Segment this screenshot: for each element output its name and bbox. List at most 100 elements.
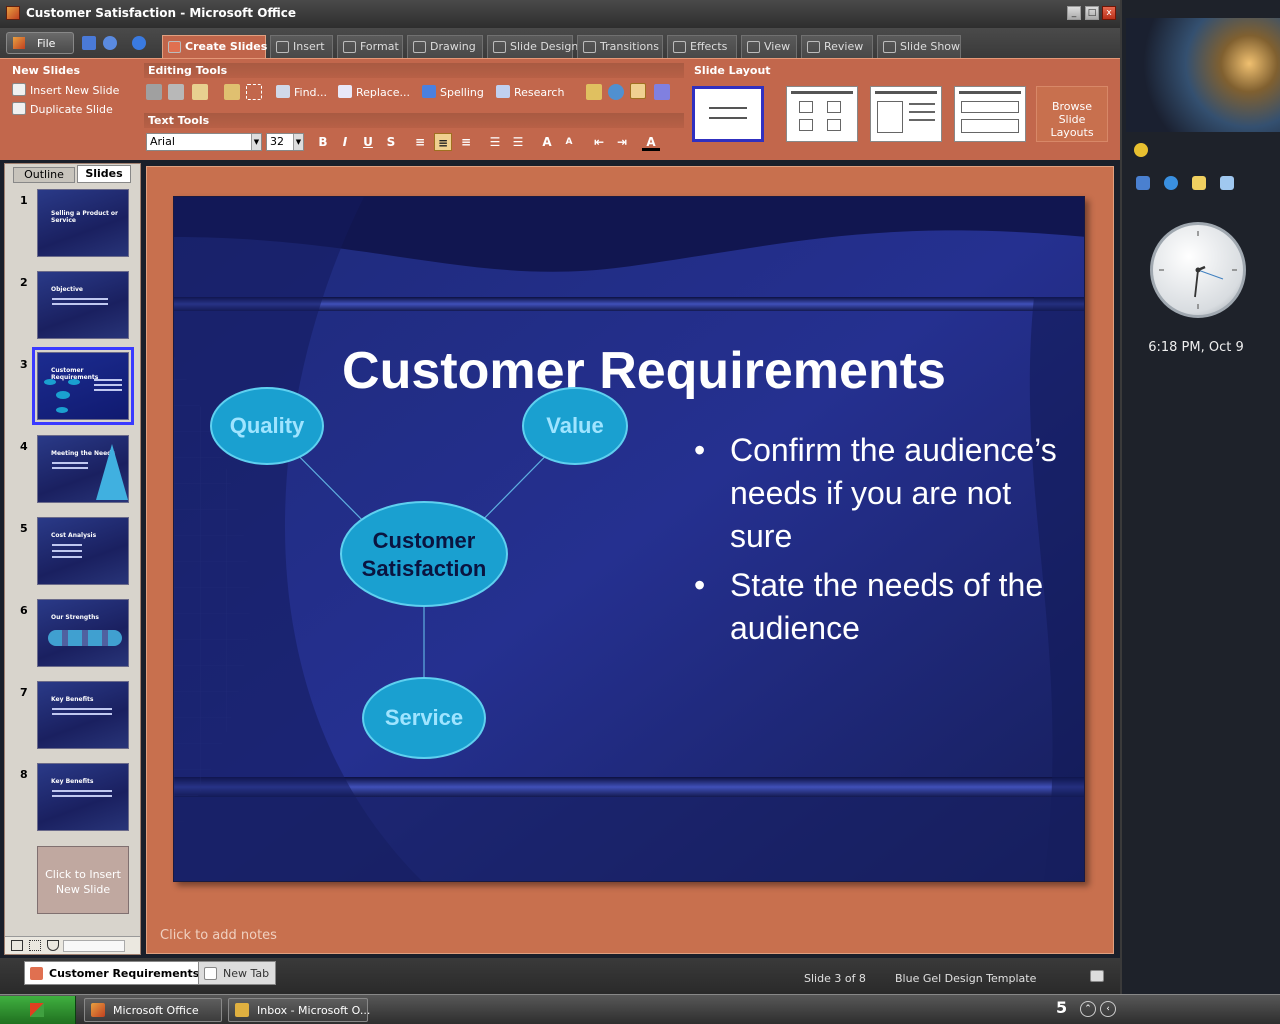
select-icon[interactable] [246,84,262,100]
tab-slide-design[interactable]: Slide Design [487,35,578,58]
tab-outline[interactable]: Outline [13,167,75,183]
slideshow-gadget-photo[interactable] [1126,18,1280,132]
highlight-toggle-icon[interactable] [630,83,646,99]
tab-transitions[interactable]: Transitions [577,35,663,58]
layout-two-content[interactable] [954,86,1026,142]
eraser-icon[interactable] [586,84,602,100]
decrease-font-icon[interactable]: A [560,133,578,151]
underline-button[interactable]: U [359,133,377,151]
taskbar-item-microsoft-office[interactable]: Microsoft Office [84,998,222,1022]
tab-drawing[interactable]: Drawing [407,35,483,58]
italic-button[interactable]: I [336,133,354,151]
slide-title[interactable]: Customer Requirements [304,341,984,401]
save-icon[interactable] [82,36,96,50]
group-title-slide-layout: Slide Layout [694,64,771,77]
new-tab-button[interactable]: New Tab [198,961,277,985]
slide-thumbnail-1[interactable]: Selling a Product or Service [37,189,129,257]
slide-thumbnail-5[interactable]: Cost Analysis [37,517,129,585]
layout-content-text[interactable] [870,86,942,142]
copy-icon[interactable] [168,84,184,100]
align-left-icon[interactable]: ≡ [411,133,429,151]
slide-number: 5 [20,522,28,535]
font-family-select[interactable]: Arial ▼ [146,133,262,151]
font-color-icon[interactable]: A [642,133,660,151]
notes-placeholder[interactable]: Click to add notes [160,928,277,943]
tab-view[interactable]: View [741,35,797,58]
bubble-quality[interactable]: Quality [210,387,324,465]
browse-slide-layouts-button[interactable]: Browse Slide Layouts [1036,86,1108,142]
bold-button[interactable]: B [314,133,332,151]
taskbar-item-inbox[interactable]: Inbox - Microsoft O... [228,998,370,1022]
spell-check-status-icon[interactable] [1090,970,1104,982]
increase-indent-icon[interactable]: ⇥ [613,133,631,151]
decrease-indent-icon[interactable]: ⇤ [590,133,608,151]
find-button[interactable]: Find... [276,85,327,99]
paste-icon[interactable] [192,84,208,100]
start-button[interactable] [0,996,76,1024]
insert-new-slide-button[interactable]: Insert New Slide [12,83,119,97]
bubble-value[interactable]: Value [522,387,628,465]
research-button[interactable]: Research [496,85,564,99]
maximize-button[interactable]: □ [1085,6,1099,20]
tab-create-slides[interactable]: Create Slides [162,35,267,58]
tray-clock[interactable]: 5 [1056,998,1067,1017]
document-tab-customer-requirements[interactable]: Customer Requirements [24,961,207,985]
current-slide[interactable]: Customer Requirements Quality Value Cust… [173,196,1085,882]
layout-title-only[interactable] [692,86,764,142]
bubble-customer-satisfaction[interactable]: Customer Satisfaction [340,501,508,607]
window-title: Customer Satisfaction - Microsoft Office [26,6,297,20]
align-right-icon[interactable]: ≡ [457,133,475,151]
media-icon[interactable] [1220,176,1234,190]
replace-button[interactable]: Replace... [338,85,410,99]
help-icon[interactable] [132,36,146,50]
thumbnail-title: Key Benefits [51,696,94,703]
slide-thumbnail-4[interactable]: Meeting the Needs [37,435,129,503]
close-button[interactable]: x [1102,6,1116,20]
slide-thumbnail-6[interactable]: Our Strengths [37,599,129,667]
thumbnail-title: Key Benefits [51,778,94,785]
minimize-button[interactable]: _ [1067,6,1081,20]
layout-content-four[interactable] [786,86,858,142]
tab-format[interactable]: Format [337,35,403,58]
align-center-icon[interactable]: ≡ [434,133,452,151]
notes-icon[interactable] [1192,176,1206,190]
numbered-list-icon[interactable]: ☰ [486,133,504,151]
format-painter-icon[interactable] [224,84,240,100]
tab-effects[interactable]: Effects [667,35,737,58]
internet-explorer-icon[interactable] [1164,176,1178,190]
slide-thumbnail-8[interactable]: Key Benefits [37,763,129,831]
tab-insert[interactable]: Insert [270,35,333,58]
symbol-icon[interactable] [654,84,670,100]
normal-view-icon[interactable] [11,940,23,951]
globe-icon[interactable] [608,84,624,100]
click-to-insert-new-slide[interactable]: Click to Insert New Slide [37,846,129,914]
increase-font-icon[interactable]: A [538,133,556,151]
mail-icon[interactable] [1136,176,1150,190]
slide-thumbnail-2[interactable]: Objective [37,271,129,339]
tab-slide-show[interactable]: Slide Show [877,35,961,58]
slide-thumbnail-3[interactable]: Customer Requirements [32,347,134,425]
horizontal-scrollbar[interactable] [63,940,125,952]
new-tab-label: New Tab [223,967,270,980]
font-size-select[interactable]: 32 ▼ [266,133,304,151]
slideshow-view-icon[interactable] [47,940,59,951]
file-menu-button[interactable]: File [6,32,74,54]
shadow-button[interactable]: S [382,133,400,151]
slide-sorter-icon[interactable] [29,940,41,951]
clock-gadget-icon[interactable] [1134,143,1148,157]
spelling-button[interactable]: Spelling [422,85,484,99]
bullet-list-icon[interactable]: ☰ [509,133,527,151]
tab-review[interactable]: Review [801,35,873,58]
cut-icon[interactable] [146,84,162,100]
tray-expand-icon[interactable]: ⌃ [1080,1001,1096,1017]
duplicate-slide-button[interactable]: Duplicate Slide [12,102,113,116]
slide-thumbnail-7[interactable]: Key Benefits [37,681,129,749]
tab-label: Effects [690,40,728,53]
bubble-service[interactable]: Service [362,677,486,759]
transitions-icon [583,41,596,53]
tab-slides[interactable]: Slides [77,165,131,183]
bullet-list[interactable]: • Confirm the audience’s needs if you are… [694,429,1074,656]
undo-icon[interactable] [103,36,117,50]
task-label: Microsoft Office [113,1004,199,1017]
tray-back-icon[interactable]: ‹ [1100,1001,1116,1017]
